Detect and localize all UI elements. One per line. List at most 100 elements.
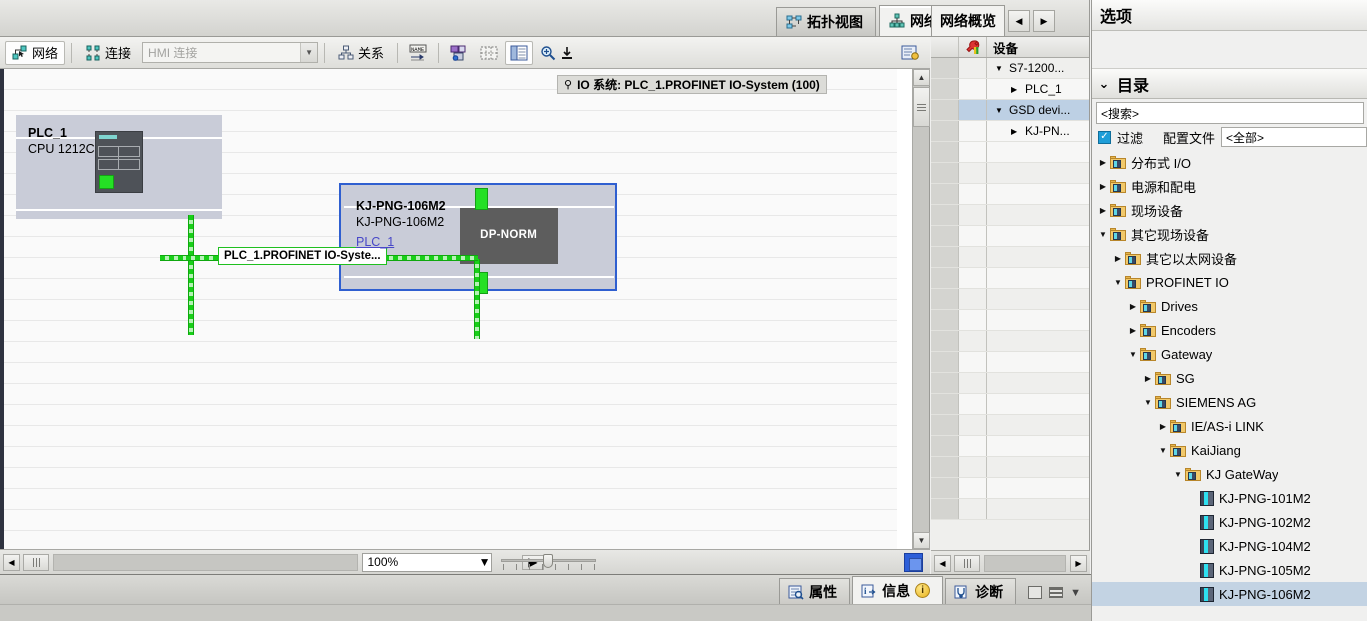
catalog-search-input[interactable]: <搜索> [1096,102,1364,124]
tree-expander-icon[interactable]: ▶ [1096,182,1110,191]
toggle-overview-panel-button[interactable] [505,40,534,65]
network-canvas[interactable]: PLC_1 CPU 1212C KJ-PNG-106M2 KJ-PNG-106M… [0,69,897,549]
overview-row-empty[interactable] [931,373,1089,394]
catalog-tree-item[interactable]: KJ-PNG-104M2 [1092,534,1367,558]
toggle-grid-button[interactable] [475,41,503,65]
overview-row-empty[interactable] [931,184,1089,205]
tree-expander-icon[interactable]: ▶ [1156,422,1170,431]
catalog-section-header[interactable]: ⌄ 目录 [1092,69,1367,99]
catalog-tree-item[interactable]: ▶ SG [1092,366,1367,390]
overview-row-expander[interactable]: ▼ [995,106,1005,115]
overview-row-empty[interactable] [931,394,1089,415]
chevron-down-icon[interactable]: ⌄ [1097,76,1111,92]
catalog-tree-item[interactable]: ▶ IE/AS-i LINK [1092,414,1367,438]
overview-scroll-right-button[interactable]: ▶ [1070,554,1087,572]
catalog-tree-item[interactable]: ▼ KJ GateWay [1092,462,1367,486]
canvas-options-button[interactable] [896,41,924,65]
tree-expander-icon[interactable]: ▼ [1126,350,1140,359]
overview-row-empty[interactable] [931,331,1089,352]
zoom-level-combo[interactable]: 100% ▼ [361,552,492,572]
tree-expander-icon[interactable]: ▶ [1096,206,1110,215]
catalog-tree-item[interactable]: ▼ KaiJiang [1092,438,1367,462]
filter-checkbox[interactable]: ✓ [1098,130,1111,144]
panel-menu-chevron-down-icon[interactable]: ▼ [1070,587,1081,599]
overview-row-empty[interactable] [931,289,1089,310]
restore-layout-icon[interactable] [904,552,923,572]
zoom-tool-button[interactable] [535,41,580,65]
maximize-panel-icon[interactable] [1028,586,1043,599]
profile-combo[interactable]: <全部> [1221,127,1367,147]
catalog-tree-item[interactable]: KJ-PNG-105M2 [1092,558,1367,582]
catalog-tree-item[interactable]: ▶ 现场设备 [1092,198,1367,222]
connections-button[interactable]: 连接 [78,41,138,65]
overview-row[interactable]: ▶ KJ-PN... [931,121,1089,142]
zoom-chevron-down-icon[interactable]: ▼ [479,555,491,569]
overview-row-empty[interactable] [931,310,1089,331]
pin-icon[interactable]: ⚲ [564,78,572,91]
catalog-tree-item[interactable]: ▼ PROFINET IO [1092,270,1367,294]
overview-prev-button[interactable]: ◀ [1008,10,1030,32]
zoom-slider[interactable] [500,553,596,572]
overview-row-expander[interactable]: ▶ [1011,85,1021,94]
scroll-up-button[interactable]: ▲ [913,69,930,86]
rename-device-button[interactable]: NAME [404,41,432,65]
overview-hscrollbar[interactable]: ◀ ▶ [931,550,1090,575]
network-mode-button[interactable]: 网络 [5,40,66,65]
overview-row-expander[interactable]: ▼ [995,64,1005,73]
tab-info[interactable]: i 信息 i [852,576,944,604]
overview-row-empty[interactable] [931,142,1089,163]
chevron-down-icon[interactable]: ▼ [300,43,318,62]
canvas-hscroll-track[interactable]: ▶ [53,553,544,571]
overview-row[interactable]: ▼ GSD devi... [931,100,1089,121]
overview-row-empty[interactable] [931,436,1089,457]
tree-expander-icon[interactable]: ▼ [1156,446,1170,455]
catalog-tree-item[interactable]: KJ-PNG-106M2 [1092,582,1367,606]
overview-next-button[interactable]: ▶ [1033,10,1055,32]
network-overview-rows[interactable]: ▼ S7-1200... ▶ PLC_1 ▼ GSD devi... ▶ KJ-PN... [931,58,1089,528]
catalog-tree-item[interactable]: ▶ 分布式 I/O [1092,150,1367,174]
overview-hscroll-track[interactable] [984,554,1066,572]
overview-scroll-left-button[interactable]: ◀ [934,554,951,572]
tree-expander-icon[interactable]: ▶ [1126,326,1140,335]
catalog-tree[interactable]: ▶ 分布式 I/O ▶ 电源和配电 ▶ 现场设备 ▼ 其它现场设备 ▶ 其它以太网设备 ▼ PROFI… [1092,150,1367,620]
tree-expander-icon[interactable]: ▶ [1096,158,1110,167]
tree-expander-icon[interactable]: ▶ [1111,254,1125,263]
canvas-vertical-scrollbar[interactable]: ▲ ▼ [912,69,930,549]
overview-hscroll-thumb[interactable] [954,554,980,572]
tab-diagnostics[interactable]: 诊断 [945,578,1017,604]
overview-row-empty[interactable] [931,247,1089,268]
catalog-tree-item[interactable]: ▼ Gateway [1092,342,1367,366]
collapse-panel-icon[interactable] [1049,587,1064,598]
overview-row-empty[interactable] [931,352,1089,373]
network-overview-tab[interactable]: 网络概览 [931,5,1005,36]
overview-row-empty[interactable] [931,205,1089,226]
canvas-vscroll-thumb[interactable] [913,87,930,127]
catalog-tree-item[interactable]: ▶ Encoders [1092,318,1367,342]
overview-row-expander[interactable]: ▶ [1011,127,1021,136]
relations-button[interactable]: 关系 [331,41,391,65]
device-kjpng-assignment-link[interactable]: PLC_1 [356,233,446,251]
io-system-header[interactable]: ⚲ IO 系统: PLC_1.PROFINET IO-System (100) [557,75,827,94]
tree-expander-icon[interactable]: ▼ [1141,398,1155,407]
catalog-tree-item[interactable]: KJ-PNG-102M2 [1092,510,1367,534]
tree-expander-icon[interactable]: ▼ [1096,230,1110,239]
overview-row-empty[interactable] [931,478,1089,499]
overview-row[interactable]: ▶ PLC_1 [931,79,1089,100]
tree-expander-icon[interactable]: ▼ [1171,470,1185,479]
tree-expander-icon[interactable]: ▶ [1141,374,1155,383]
scroll-down-button[interactable]: ▼ [913,532,930,549]
catalog-tree-item[interactable]: KJ-PNG-101M2 [1092,486,1367,510]
tree-expander-icon[interactable]: ▼ [1111,278,1125,287]
hmi-connection-combo[interactable]: HMI 连接 ▼ [142,42,319,63]
overview-row-empty[interactable] [931,499,1089,520]
catalog-tree-item[interactable]: ▶ 其它以太网设备 [1092,246,1367,270]
tab-topology-view[interactable]: 拓扑视图 [776,7,876,36]
overview-row-empty[interactable] [931,457,1089,478]
catalog-tree-item[interactable]: ▼ 其它现场设备 [1092,222,1367,246]
catalog-tree-item[interactable]: ▶ Drives [1092,294,1367,318]
catalog-tree-item[interactable]: ▼ SIEMENS AG [1092,390,1367,414]
canvas-hscroll-thumb[interactable] [23,553,49,571]
overview-row-empty[interactable] [931,226,1089,247]
overview-row[interactable]: ▼ S7-1200... [931,58,1089,79]
overview-row-empty[interactable] [931,268,1089,289]
